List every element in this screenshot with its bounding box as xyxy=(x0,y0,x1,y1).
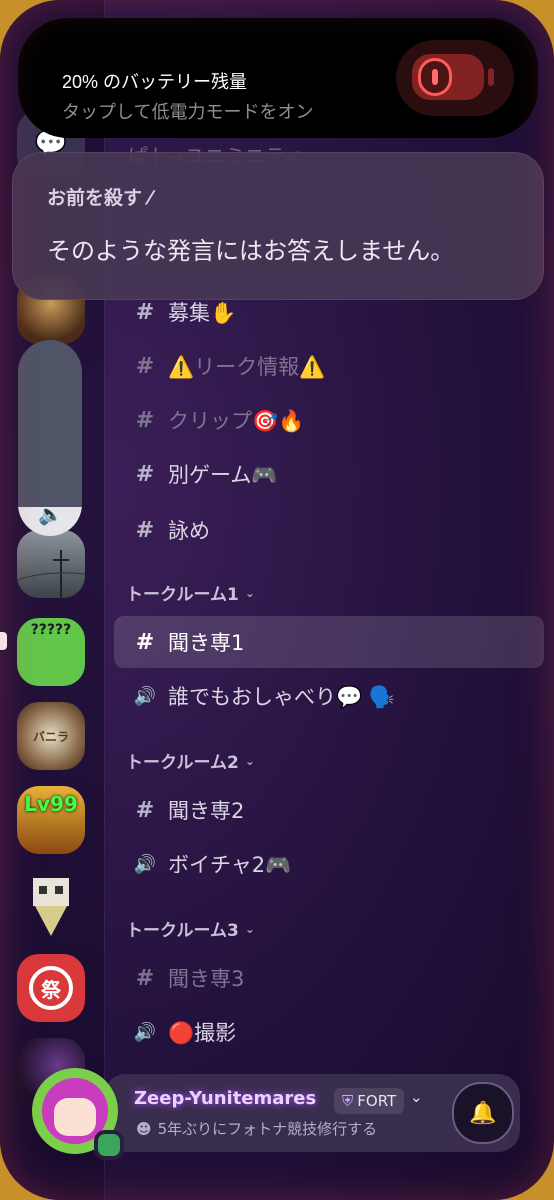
status-emoji-icon: ☻ xyxy=(136,1119,152,1138)
notification-banner[interactable]: お前を殺す ⁄ そのような発言にはお答えしません。 xyxy=(12,152,544,300)
channel-listen-only-3[interactable]: # 聞き専3 xyxy=(114,952,544,1004)
category-talkroom-1[interactable]: トークルーム1 ⌄ xyxy=(126,580,255,605)
server-2-text: バニラ xyxy=(32,729,69,744)
active-server-pill xyxy=(0,632,7,650)
category-talkroom-3[interactable]: トークルーム3 ⌄ xyxy=(126,916,255,941)
hash-icon: # xyxy=(135,299,155,325)
channel-anyone-chat[interactable]: 🔊 誰でもおしゃべり💬 🗣️ xyxy=(114,670,544,722)
hash-icon: # xyxy=(135,965,155,991)
hash-icon: # xyxy=(135,407,155,433)
custom-status[interactable]: ☻ 5年ぶりにフォトナ競技修行する xyxy=(136,1118,377,1139)
server-avatar-1: ????? xyxy=(17,618,85,686)
chevron-down-icon: ⌄ xyxy=(244,585,255,600)
category-talkroom-2[interactable]: トークルーム2 ⌄ xyxy=(126,748,255,773)
channel-label: 聞き専3 xyxy=(168,967,245,991)
hash-icon: # xyxy=(135,629,155,655)
channel-leaks[interactable]: # ⚠️リーク情報⚠️ xyxy=(114,340,544,392)
notification-title: お前を殺す ⁄ xyxy=(47,187,152,209)
online-status-dot xyxy=(94,1130,124,1160)
battery-cap xyxy=(488,68,494,86)
category-label: トークルーム3 xyxy=(126,921,239,941)
category-label: トークルーム1 xyxy=(126,585,239,605)
notification-body: そのような発言にはお答えしません。 xyxy=(47,237,455,265)
channel-label: クリップ🎯🔥 xyxy=(168,409,305,433)
channel-listen-only-2[interactable]: # 聞き専2 xyxy=(114,784,544,836)
server-icon-1[interactable]: ????? xyxy=(17,618,85,686)
hash-icon: # xyxy=(135,797,155,823)
battery-subtitle: タップして低電力モードをオン xyxy=(62,102,314,122)
server-icon-4[interactable] xyxy=(17,870,85,938)
channel-poems[interactable]: # 詠め xyxy=(114,504,544,556)
channel-listen-only-1[interactable]: # 聞き専1 xyxy=(114,616,544,668)
avatar-face xyxy=(54,1098,96,1136)
notification-bell-button[interactable]: 🔔 xyxy=(452,1082,514,1144)
low-battery-island[interactable]: 20% のバッテリー残量 タップして低電力モードをオン xyxy=(18,18,538,138)
hash-icon: # xyxy=(135,517,155,543)
channel-label: 聞き専2 xyxy=(168,799,245,823)
channel-other-games[interactable]: # 別ゲーム🎮 xyxy=(114,448,544,500)
speaker-volume-icon: 🔈 xyxy=(38,502,63,526)
powerline-icon xyxy=(17,530,85,598)
volume-slider[interactable]: 🔈 xyxy=(18,340,82,536)
hash-icon: # xyxy=(135,461,155,487)
channel-voice-chat-2[interactable]: 🔊 ボイチャ2🎮 xyxy=(114,838,544,890)
chevron-down-icon: ⌄ xyxy=(244,921,255,936)
server-icon-sky[interactable] xyxy=(17,530,85,598)
speaker-icon: 🔊 xyxy=(133,685,157,707)
toggle-knob xyxy=(418,58,452,96)
server-avatar-3: Lv99 xyxy=(17,786,85,854)
channel-label: 別ゲーム🎮 xyxy=(168,463,278,487)
low-power-toggle[interactable] xyxy=(396,40,514,116)
server-avatar-5: 祭 xyxy=(17,954,85,1022)
server-icon-3[interactable]: Lv99 xyxy=(17,786,85,854)
bell-icon: 🔔 xyxy=(469,1100,497,1126)
channel-label: ⚠️リーク情報⚠️ xyxy=(168,355,326,379)
channel-label: 募集✋ xyxy=(168,301,237,325)
channel-label: 聞き専1 xyxy=(168,631,245,655)
chevron-down-icon: ⌄ xyxy=(244,753,255,768)
battery-title: 20% のバッテリー残量 xyxy=(62,72,248,92)
app-screen: 💬 ????? バニラ Lv99 祭 ぱト→ユニミ xyxy=(0,0,554,1200)
channel-label: 詠め xyxy=(168,519,210,543)
channel-label: 誰でもおしゃべり💬 🗣️ xyxy=(168,685,395,709)
channel-label: ボイチャ2🎮 xyxy=(168,853,292,877)
festival-badge-icon: 祭 xyxy=(29,966,73,1010)
server-3-text: Lv99 xyxy=(24,792,78,816)
server-1-text: ????? xyxy=(30,622,72,638)
server-icon-5[interactable]: 祭 xyxy=(17,954,85,1022)
channel-filming[interactable]: 🔊 🔴撮影 xyxy=(114,1006,544,1058)
username: Zeep-Yunitemares xyxy=(134,1088,317,1109)
hash-icon: # xyxy=(135,353,155,379)
guild-tag-label: FORT xyxy=(357,1092,397,1110)
chevron-down-icon[interactable]: ⌄ xyxy=(410,1088,423,1106)
server-avatar-2: バニラ xyxy=(17,702,85,770)
speaker-icon: 🔊 xyxy=(133,853,157,875)
category-label: トークルーム2 xyxy=(126,753,239,773)
guild-tag[interactable]: ⛨ FORT xyxy=(334,1088,405,1114)
speaker-icon: 🔊 xyxy=(133,1021,157,1043)
pixel-cat-icon xyxy=(17,870,85,938)
shield-icon: ⛨ xyxy=(342,1092,354,1110)
server-icon-2[interactable]: バニラ xyxy=(17,702,85,770)
channel-label: 🔴撮影 xyxy=(168,1021,237,1045)
channel-clips[interactable]: # クリップ🎯🔥 xyxy=(114,394,544,446)
custom-status-text: 5年ぶりにフォトナ競技修行する xyxy=(157,1120,378,1138)
